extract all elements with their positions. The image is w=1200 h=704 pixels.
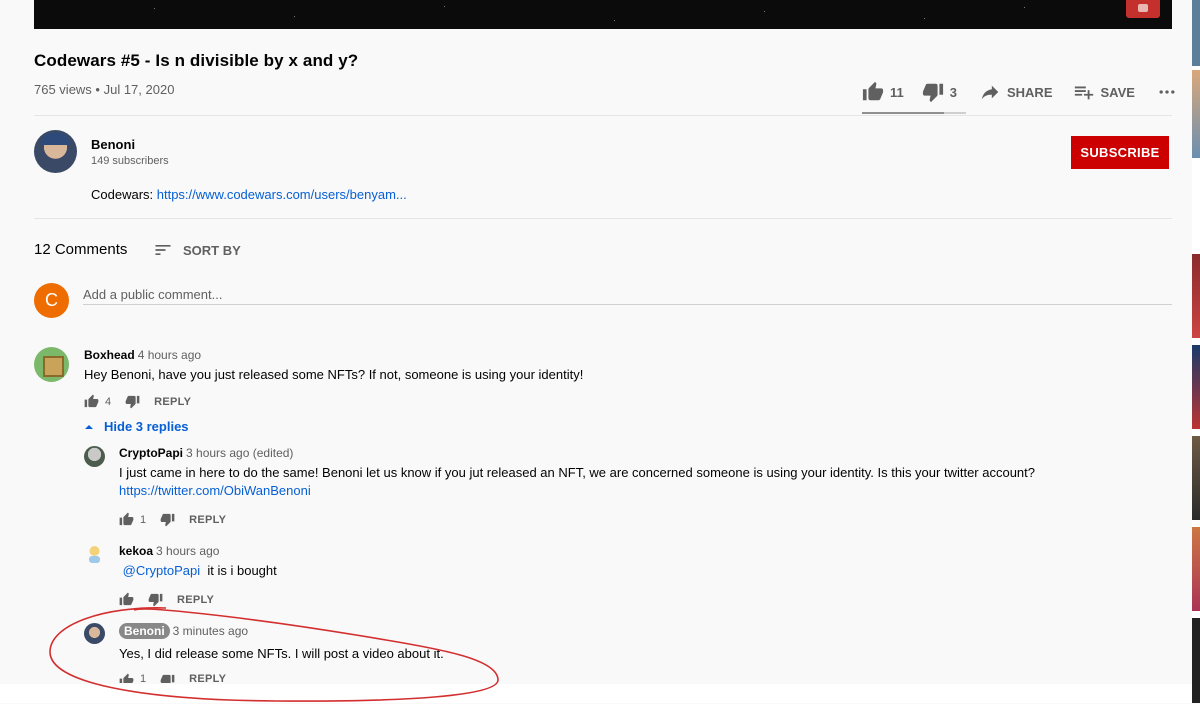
reply-like-count: 1 [140,513,147,526]
thumbs-down-icon [922,83,943,103]
reply-author[interactable]: kekoa 3 hours ago [119,544,219,558]
related-videos-rail [1192,0,1200,703]
subscribe-button[interactable]: SUBSCRIBE [1071,136,1169,169]
comment-actions: 4 REPLY [84,394,191,409]
dislike-count: 3 [949,84,957,100]
comment-avatar[interactable] [34,347,69,382]
annotation-circle [49,607,499,702]
thumbs-down-icon[interactable] [160,512,175,527]
description-text: Codewars: [91,187,157,202]
reply-button[interactable]: REPLY [189,514,226,526]
related-thumbnail[interactable] [1192,0,1200,66]
comment-like-count: 4 [105,395,112,408]
like-button[interactable]: 11 [862,81,904,103]
video-description: Codewars: https://www.codewars.com/users… [91,187,407,202]
sort-icon [155,245,171,255]
related-thumbnail[interactable] [1192,70,1200,158]
thumbs-up-icon [862,81,884,101]
reply-link[interactable]: https://twitter.com/ObiWanBenoni [119,482,311,500]
divider [34,115,1172,116]
hide-replies-label: Hide 3 replies [104,419,189,434]
related-thumbnail[interactable] [1192,254,1200,338]
reply-avatar[interactable] [84,446,105,467]
subscriber-count: 149 subscribers [91,155,169,167]
description-link[interactable]: https://www.codewars.com/users/benyam... [157,187,407,202]
like-count: 11 [890,84,904,100]
reply-timestamp[interactable]: 3 hours ago (edited) [186,446,293,460]
sort-by-label: SORT BY [183,242,241,258]
video-meta: 765 views • Jul 17, 2020 [34,82,175,97]
reply-button[interactable]: REPLY [154,396,191,408]
reply-text-body: it is i bought [207,563,277,578]
comments-count: 12 Comments [34,241,128,258]
divider [34,218,1172,219]
comment-timestamp[interactable]: 4 hours ago [138,348,201,362]
video-title: Codewars #5 - Is n divisible by x and y? [34,51,359,70]
share-arrow-icon [981,85,999,100]
video-actions: 11 3 SHARE SAVE [862,80,1177,104]
video-player[interactable] [34,0,1172,29]
mention-link[interactable]: @CryptoPapi [123,563,201,578]
upload-date: Jul 17, 2020 [103,82,175,97]
comment-author[interactable]: Boxhead 4 hours ago [84,348,201,362]
playlist-add-icon [1074,86,1093,100]
related-thumbnail[interactable] [1192,527,1200,611]
reply-avatar[interactable] [84,544,105,565]
add-comment-input[interactable] [83,284,1172,305]
channel-avatar[interactable] [34,130,77,173]
channel-name[interactable]: Benoni [91,137,135,152]
share-label: SHARE [1006,84,1053,100]
user-avatar: C [34,283,69,318]
sentiment-bar-fill [862,112,944,114]
reply-actions: 1 REPLY [119,512,226,527]
related-thumbnail[interactable] [1192,618,1200,703]
reply-text: I just came in here to do the same! Beno… [119,465,1036,480]
channel-watermark-icon[interactable] [1126,0,1160,18]
reply-text: @CryptoPapi it is i bought [119,562,277,580]
share-button[interactable]: SHARE [979,81,1053,103]
dislike-button[interactable]: 3 [922,81,957,103]
thumbs-up-icon[interactable] [84,394,99,409]
thumbs-down-icon[interactable] [125,394,140,409]
save-button[interactable]: SAVE [1073,81,1135,103]
more-horizontal-icon [1159,90,1175,94]
reply-timestamp[interactable]: 3 hours ago [156,544,219,558]
related-thumbnail[interactable] [1192,436,1200,520]
sort-by-button[interactable]: SORT BY [153,240,241,260]
chevron-up-icon [85,424,93,429]
view-count: 765 views [34,82,92,97]
save-label: SAVE [1100,84,1135,100]
related-thumbnail[interactable] [1192,345,1200,429]
hide-replies-button[interactable]: Hide 3 replies [84,419,189,434]
more-actions-button[interactable] [1157,82,1177,102]
sentiment-bar [862,112,966,114]
comment-text: Hey Benoni, have you just released some … [84,367,584,382]
thumbs-up-icon[interactable] [119,512,134,527]
reply-author[interactable]: CryptoPapi 3 hours ago (edited) [119,446,293,460]
